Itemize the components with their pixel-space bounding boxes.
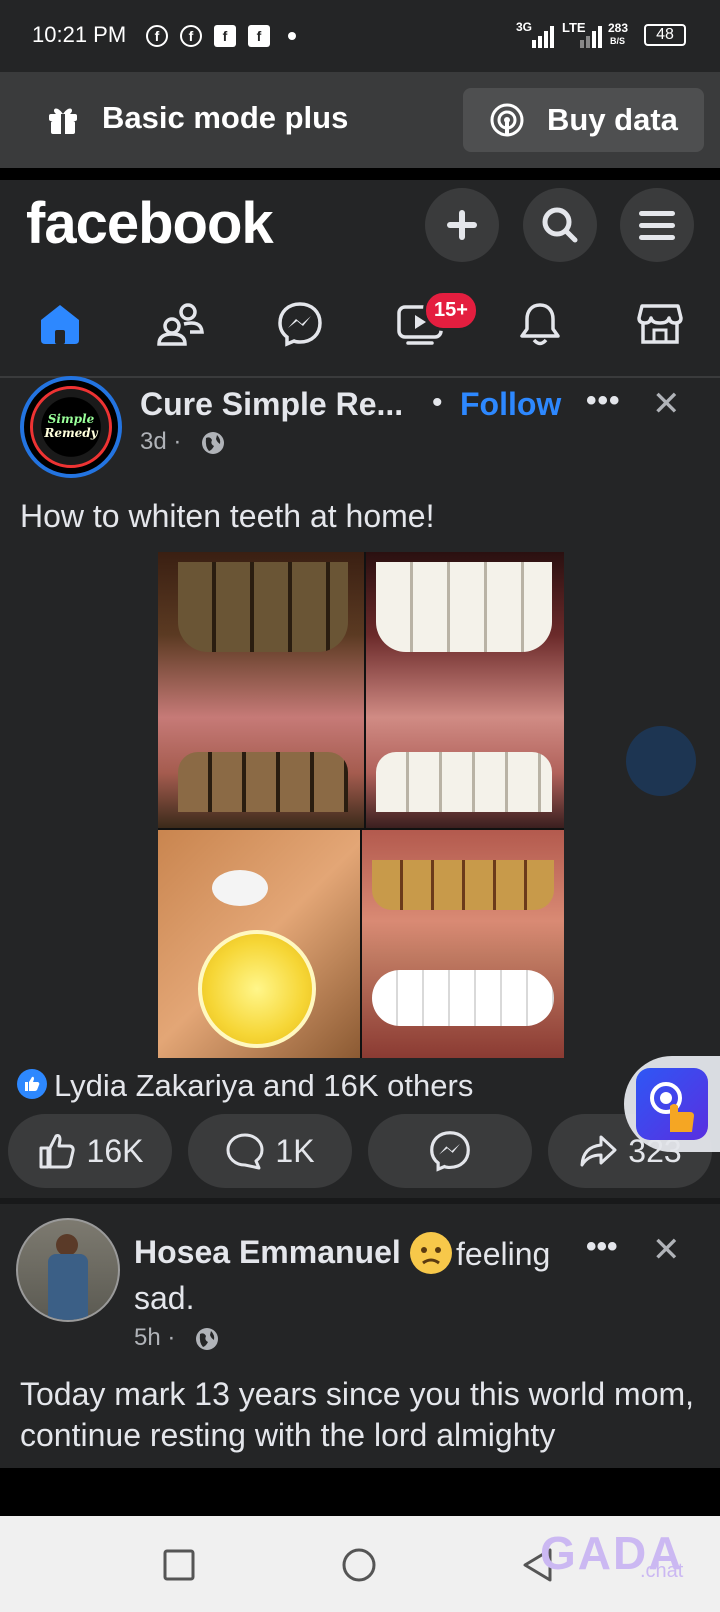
comment-count: 1K: [275, 1132, 315, 1169]
tab-home[interactable]: [30, 294, 90, 354]
network-speed-unit: B/S: [610, 36, 626, 46]
post-image[interactable]: [158, 552, 564, 1058]
post-timestamp: 3d ·: [140, 428, 182, 455]
dirty-teeth-image: [158, 552, 364, 828]
tab-notifications[interactable]: [510, 294, 570, 354]
post-author-name[interactable]: Cure Simple Re...: [140, 386, 403, 423]
gift-icon: [49, 108, 77, 134]
like-reaction-icon: [17, 1069, 47, 1099]
post-text: Today mark 13 years since you this world…: [20, 1376, 695, 1453]
messenger-icon: [278, 302, 322, 347]
feeling-word: sad.: [134, 1280, 195, 1316]
broadcast-icon: [490, 103, 524, 137]
status-bar: 10:21 PM f f f f 3G LTE 283 B/S 48: [0, 0, 720, 72]
tab-messenger[interactable]: [270, 294, 330, 354]
teeth-before-after-image: [362, 830, 564, 1058]
facebook-notification-icon: f: [214, 25, 236, 47]
home-nav-icon[interactable]: [340, 1546, 378, 1584]
create-button[interactable]: [425, 188, 499, 262]
post-text: How to whiten teeth at home!: [20, 498, 435, 534]
like-button[interactable]: 16K: [8, 1114, 172, 1188]
home-icon: [41, 305, 79, 344]
network-speed-value: 283: [608, 21, 629, 35]
send-button[interactable]: [368, 1114, 532, 1188]
menu-button[interactable]: [620, 188, 694, 262]
separator-dot: •: [432, 386, 443, 419]
touch-icon: [650, 1082, 694, 1132]
follow-button[interactable]: Follow: [460, 386, 561, 423]
status-time: 10:21 PM: [32, 22, 127, 47]
sad-emoji-icon: [410, 1232, 452, 1274]
close-icon[interactable]: ✕: [652, 384, 681, 424]
marketplace-icon: [637, 304, 683, 344]
recent-apps-icon[interactable]: [162, 1548, 196, 1582]
watermark-subtext: .chat: [640, 1560, 684, 1582]
network-type-3g: 3G: [516, 20, 533, 34]
avatar-text-line2: Remedy: [44, 426, 98, 440]
avatar-text-line1: Simple: [47, 412, 95, 427]
globe-icon: [196, 1328, 218, 1350]
white-teeth-image: [366, 552, 564, 828]
search-button[interactable]: [523, 188, 597, 262]
user-avatar[interactable]: [16, 1218, 120, 1322]
signal-icon: [532, 26, 554, 48]
comment-button[interactable]: 1K: [188, 1114, 352, 1188]
friends-icon: [157, 303, 204, 346]
more-notifications-dot: [288, 32, 296, 40]
facebook-notification-icon: f: [146, 25, 168, 47]
video-notification-badge: 15+: [423, 290, 479, 331]
like-count: 16K: [86, 1132, 144, 1169]
facebook-logo[interactable]: facebook: [26, 190, 274, 257]
thumbs-up-icon: [39, 1134, 75, 1169]
touch-indicator: [626, 726, 696, 796]
facebook-notification-icon: f: [180, 25, 202, 47]
tab-friends[interactable]: [150, 294, 210, 354]
buy-data-label: Buy data: [547, 102, 678, 137]
lemon-baking-soda-image: [158, 830, 360, 1058]
floating-touch-button[interactable]: [636, 1068, 708, 1140]
tab-marketplace[interactable]: [630, 294, 690, 354]
facebook-notification-icon: f: [248, 25, 270, 47]
reactions-summary[interactable]: Lydia Zakariya and 16K others: [54, 1068, 473, 1104]
page-avatar[interactable]: Simple Remedy: [20, 376, 122, 478]
buy-data-button[interactable]: Buy data: [463, 88, 704, 152]
feeling-label: feeling: [456, 1236, 551, 1272]
bell-icon: [520, 303, 560, 346]
comment-icon: [226, 1133, 264, 1170]
more-options-icon[interactable]: •••: [586, 384, 621, 418]
more-options-icon[interactable]: •••: [586, 1230, 618, 1264]
close-icon[interactable]: ✕: [652, 1230, 681, 1270]
plus-icon: [447, 210, 477, 240]
battery-icon: 48: [644, 24, 686, 46]
menu-icon: [639, 211, 675, 240]
basic-mode-label: Basic mode plus: [102, 100, 349, 135]
globe-icon: [202, 432, 224, 454]
signal-icon: [580, 26, 602, 48]
share-icon: [580, 1135, 617, 1167]
search-icon: [542, 207, 578, 243]
messenger-icon: [430, 1131, 470, 1172]
post-author-name[interactable]: Hosea Emmanuel: [134, 1234, 401, 1271]
post-timestamp: 5h ·: [134, 1324, 176, 1351]
